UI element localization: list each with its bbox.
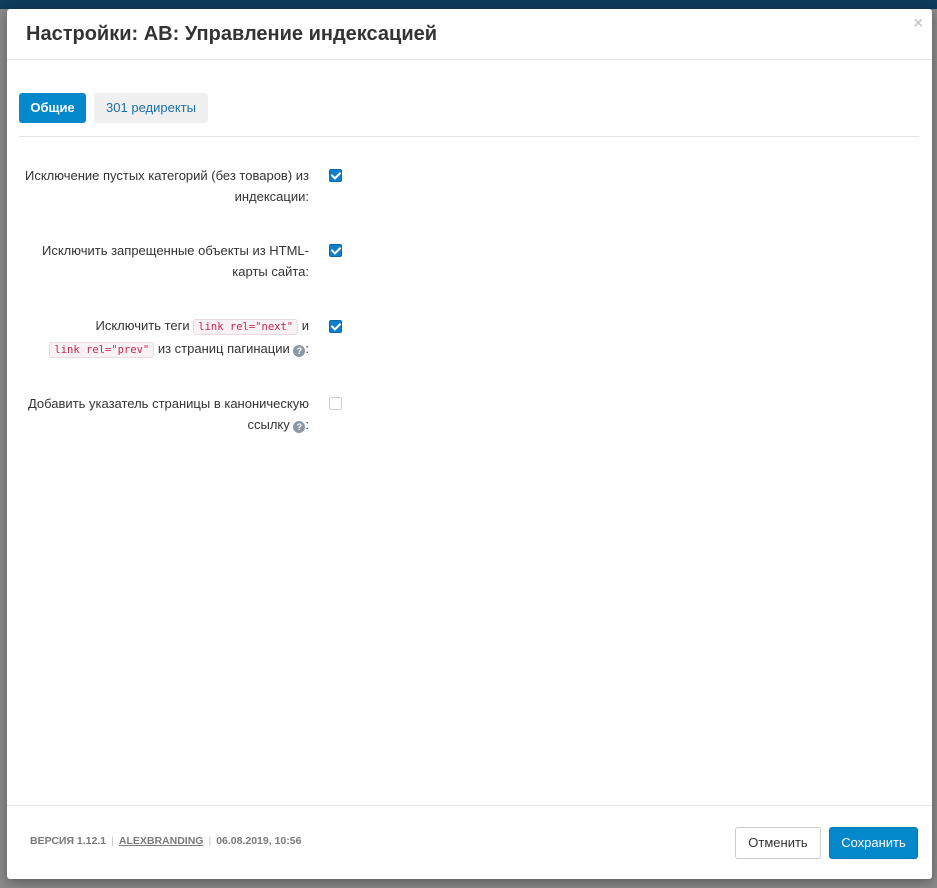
setting-label-line: Исключение пустых категорий (без товаров…	[24, 168, 309, 183]
date-label: 06.08.2019, 10:56	[216, 835, 302, 847]
setting-label-line: Исключить запрещенные объекты из HTML-	[41, 243, 309, 258]
setting-control	[329, 397, 342, 413]
modal-footer: ВЕРСИЯ 1.12.1 | ALEXBRANDING | 06.08.2019, 1…	[7, 805, 932, 879]
modal-header: Настройки: AB: Управление индексацией ×	[7, 9, 932, 60]
setting-control	[329, 169, 342, 185]
setting-label-colon: :	[305, 341, 309, 356]
backdrop-top-bar	[0, 0, 937, 9]
setting-label-text: Исключить теги	[95, 318, 190, 333]
settings-modal: Настройки: AB: Управление индексацией × …	[7, 9, 932, 879]
setting-label: Исключить запрещенные объекты из HTML- к…	[9, 240, 309, 282]
footer-info: ВЕРСИЯ 1.12.1 | ALEXBRANDING | 06.08.2019, 1…	[30, 835, 302, 847]
close-icon[interactable]: ×	[914, 15, 923, 33]
setting-control	[329, 320, 342, 336]
setting-label: Исключить теги link rel="next" и link re…	[9, 315, 309, 361]
help-icon[interactable]: ?	[293, 421, 306, 433]
code-tag-link-rel-next: link rel="next"	[193, 319, 299, 335]
setting-label-line: ссылку	[247, 417, 290, 432]
setting-label-colon: :	[305, 417, 309, 432]
save-button[interactable]: Сохранить	[829, 827, 918, 859]
setting-label-line: карты сайта:	[232, 264, 309, 279]
modal-title: Настройки: AB: Управление индексацией	[26, 23, 438, 45]
tab-301-redirects[interactable]: 301 редиректы	[94, 93, 208, 123]
tab-general[interactable]: Общие	[19, 93, 86, 123]
canonical-page-pointer-checkbox[interactable]	[329, 397, 342, 410]
setting-label-line: Добавить указатель страницы в каноническ…	[27, 396, 309, 411]
code-tag-link-rel-prev: link rel="prev"	[49, 342, 155, 358]
setting-label-line: индексации:	[234, 189, 309, 204]
setting-control	[329, 244, 342, 260]
brand-link[interactable]: ALEXBRANDING	[119, 835, 204, 847]
setting-label: Добавить указатель страницы в каноническ…	[9, 393, 309, 435]
exclude-empty-categories-checkbox[interactable]	[329, 169, 342, 182]
cancel-button[interactable]: Отменить	[735, 827, 821, 859]
setting-label: Исключение пустых категорий (без товаров…	[9, 165, 309, 207]
exclude-rel-tags-checkbox[interactable]	[329, 320, 342, 333]
tab-bar: Общие 301 редиректы	[19, 93, 919, 137]
help-icon[interactable]: ?	[293, 345, 306, 357]
exclude-forbidden-objects-checkbox[interactable]	[329, 244, 342, 257]
setting-label-text: из страниц пагинации	[157, 341, 290, 356]
setting-label-text: и	[301, 318, 309, 333]
version-label: ВЕРСИЯ 1.12.1	[30, 835, 107, 847]
